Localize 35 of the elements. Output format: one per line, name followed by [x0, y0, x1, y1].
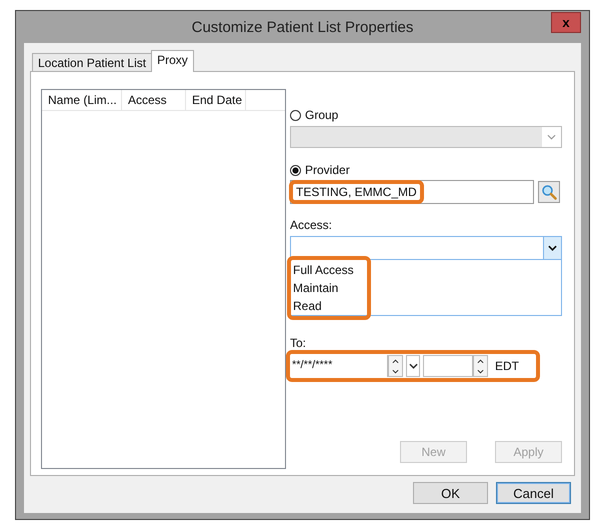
- column-header[interactable]: Name (Lim...: [42, 90, 122, 110]
- time-field[interactable]: [423, 355, 473, 377]
- timezone-label: EDT: [495, 359, 519, 373]
- chevron-up-icon: [477, 358, 484, 364]
- dropdown-button[interactable]: [406, 355, 420, 377]
- chevron-up-icon: [392, 358, 399, 364]
- provider-field[interactable]: TESTING, EMMC_MD: [290, 180, 534, 204]
- search-icon: [541, 184, 557, 200]
- chevron-down-icon: [477, 368, 484, 374]
- chevron-down-icon: [548, 245, 557, 251]
- chevron-down-icon: [547, 134, 556, 140]
- radio-button[interactable]: [290, 164, 301, 176]
- window-title: Customize Patient List Properties: [192, 18, 414, 36]
- search-button[interactable]: [538, 181, 560, 203]
- radio-button[interactable]: [290, 110, 301, 120]
- chevron-down-icon: [392, 368, 399, 374]
- dropdown-option[interactable]: Read: [293, 297, 367, 315]
- spin-button[interactable]: [388, 355, 403, 377]
- dialog-button[interactable]: OK: [413, 482, 488, 504]
- radio-label[interactable]: Provider: [305, 163, 350, 177]
- dropdown-option[interactable]: Maintain: [293, 279, 367, 297]
- field-label: To:: [290, 336, 308, 350]
- tab[interactable]: Location Patient List: [32, 53, 152, 71]
- tab[interactable]: Proxy: [151, 50, 194, 72]
- date-field[interactable]: **/**/****: [290, 355, 388, 377]
- column-header[interactable]: End Date: [186, 90, 246, 110]
- dropdown-button[interactable]: [543, 237, 561, 259]
- chevron-down-icon: [408, 363, 418, 369]
- field-label: Access:: [290, 218, 334, 232]
- dropdown-option[interactable]: Full Access: [293, 261, 367, 279]
- radio-label[interactable]: Group: [305, 108, 338, 122]
- dialog-button[interactable]: Cancel: [496, 482, 571, 504]
- close-button[interactable]: x: [551, 12, 581, 33]
- spin-button[interactable]: [473, 355, 488, 377]
- column-header[interactable]: Access: [122, 90, 186, 110]
